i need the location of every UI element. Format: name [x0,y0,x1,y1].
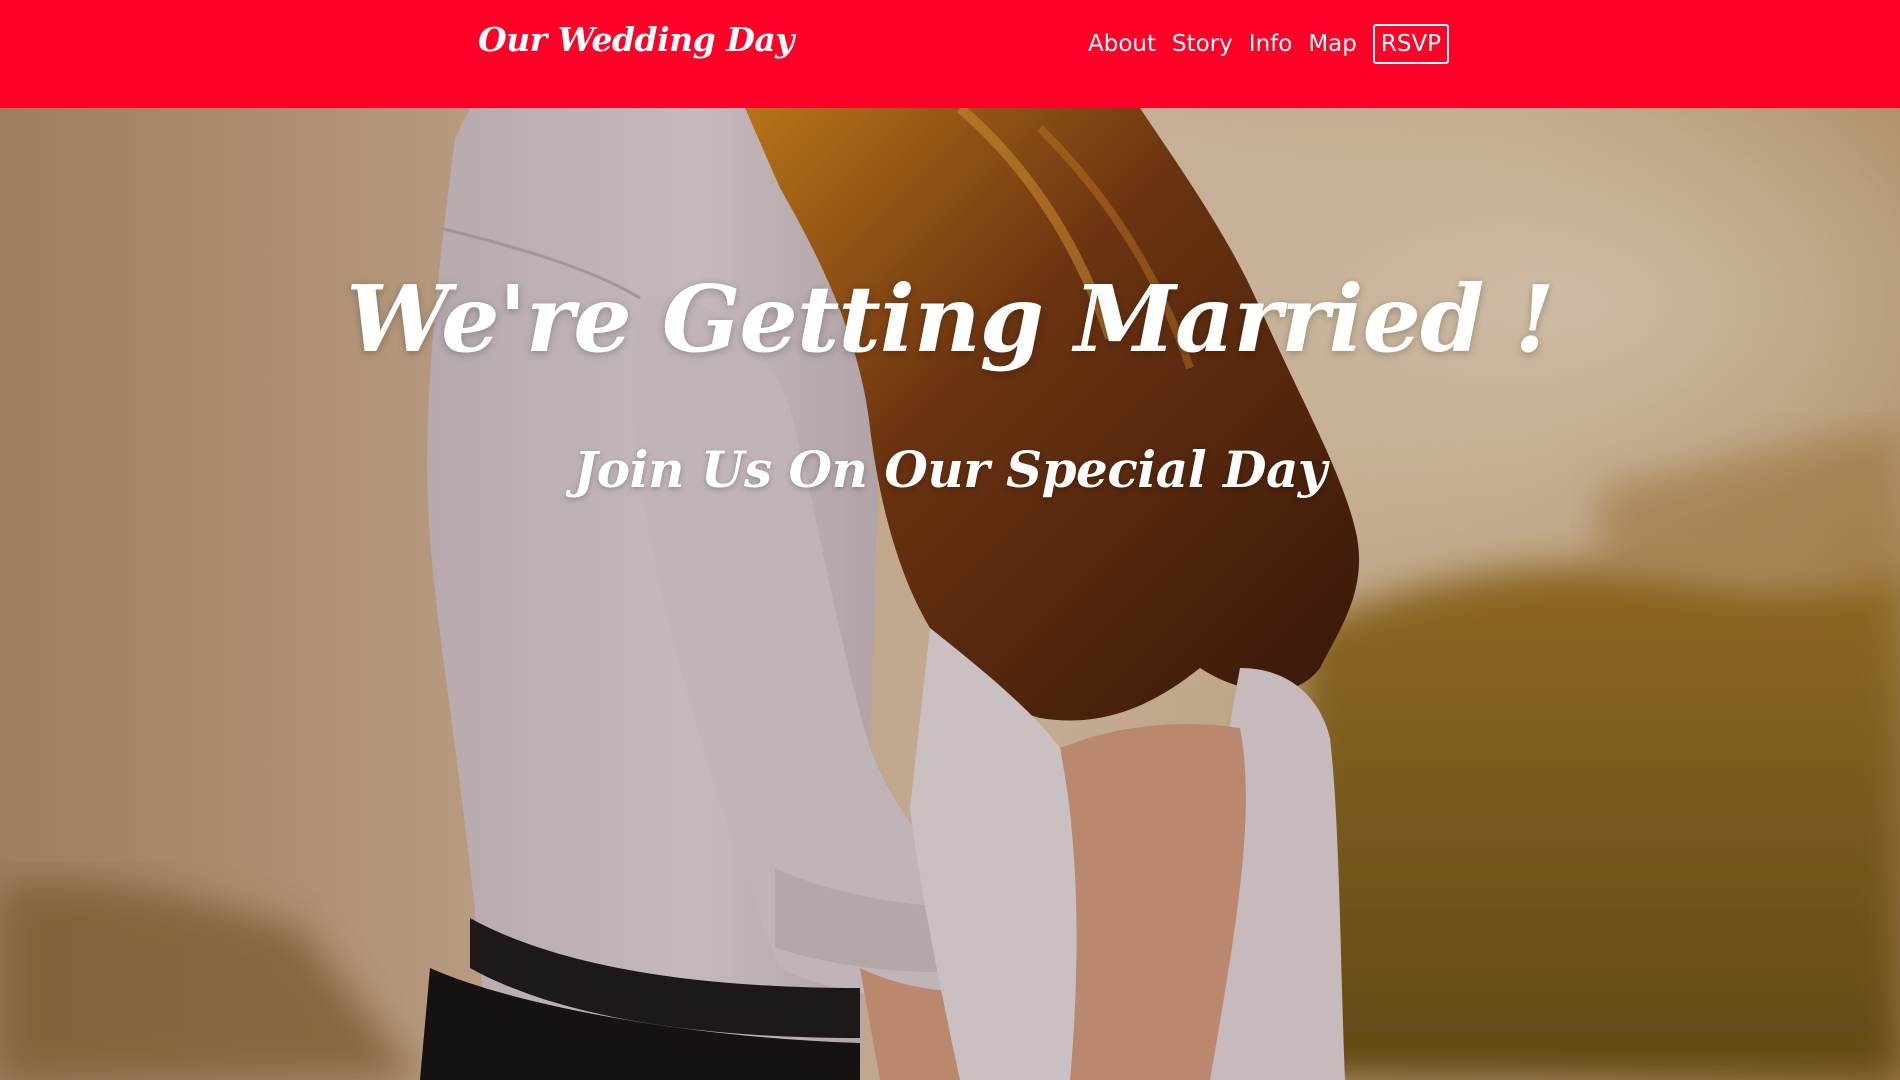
top-navbar: Our Wedding Day About Story Info Map RSV… [0,0,1900,108]
hero-title: We're Getting Married ! [346,265,1554,373]
hero-overlay [0,108,1900,1080]
nav-link-story[interactable]: Story [1172,22,1233,66]
nav-link-info[interactable]: Info [1249,22,1293,66]
hero-subtitle: Join Us On Our Special Day [573,440,1327,499]
wedding-page: Our Wedding Day About Story Info Map RSV… [0,0,1900,1080]
rsvp-button[interactable]: RSVP [1372,24,1450,64]
nav-link-map[interactable]: Map [1308,22,1357,66]
hero-section [0,108,1900,1080]
nav-link-about[interactable]: About [1088,22,1156,66]
brand-logo-link[interactable]: Our Wedding Day [478,20,794,59]
nav-links: About Story Info Map RSVP [1088,22,1450,66]
